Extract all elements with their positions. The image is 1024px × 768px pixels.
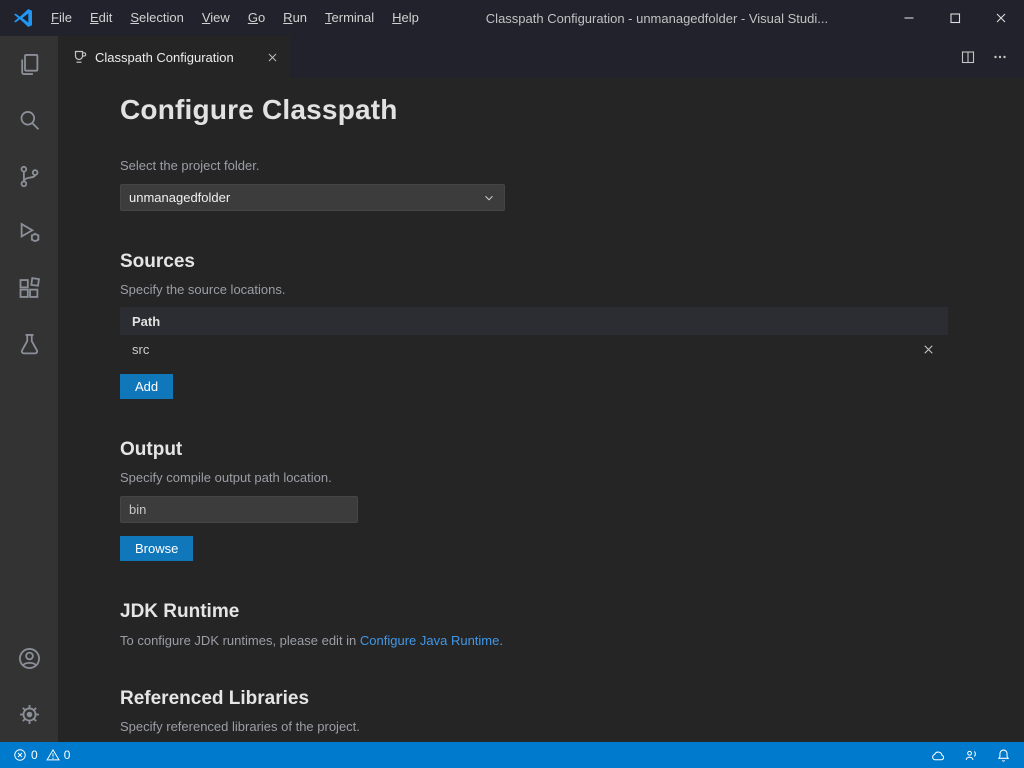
menu-go[interactable]: Go <box>239 0 274 36</box>
editor-actions <box>960 36 1024 78</box>
project-folder-value: unmanagedfolder <box>129 190 230 205</box>
remote-indicator-icon[interactable] <box>960 748 981 763</box>
maximize-button[interactable] <box>932 0 978 36</box>
account-icon[interactable] <box>0 630 58 686</box>
remove-source-icon[interactable] <box>921 342 936 357</box>
configure-java-runtime-link[interactable]: Configure Java Runtime <box>360 633 499 648</box>
window-title: Classpath Configuration - unmanagedfolde… <box>428 11 886 26</box>
cloud-icon[interactable] <box>927 748 948 763</box>
menu-view[interactable]: View <box>193 0 239 36</box>
referenced-libraries-description: Specify referenced libraries of the proj… <box>120 719 1024 734</box>
menu-terminal[interactable]: Terminal <box>316 0 383 36</box>
tab-close-icon[interactable] <box>265 50 280 65</box>
problems-status[interactable]: 0 0 <box>10 748 73 762</box>
extensions-icon[interactable] <box>0 260 58 316</box>
chevron-down-icon <box>482 191 496 205</box>
add-source-button[interactable]: Add <box>120 374 173 399</box>
testing-icon[interactable] <box>0 316 58 372</box>
classpath-configuration-page: Configure Classpath Select the project f… <box>58 78 1024 742</box>
warning-count: 0 <box>64 748 71 762</box>
settings-gear-icon[interactable] <box>0 686 58 742</box>
error-icon <box>13 748 27 762</box>
project-folder-select[interactable]: unmanagedfolder <box>120 184 505 211</box>
jdk-text-after: . <box>499 633 503 648</box>
sources-table: Path src <box>120 307 948 364</box>
menu-help[interactable]: Help <box>383 0 428 36</box>
jdk-runtime-text: To configure JDK runtimes, please edit i… <box>120 633 1024 648</box>
output-heading: Output <box>120 439 1024 461</box>
titlebar: File Edit Selection View Go Run Terminal… <box>0 0 1024 36</box>
page-title: Configure Classpath <box>120 94 1024 126</box>
menu-edit[interactable]: Edit <box>81 0 121 36</box>
tab-classpath-configuration[interactable]: Classpath Configuration <box>58 36 290 78</box>
split-editor-icon[interactable] <box>960 49 976 65</box>
browse-output-button[interactable]: Browse <box>120 536 193 561</box>
activity-bar <box>0 36 58 742</box>
source-path-value: src <box>132 342 149 357</box>
close-window-button[interactable] <box>978 0 1024 36</box>
source-row[interactable]: src <box>120 335 948 364</box>
referenced-libraries-heading: Referenced Libraries <box>120 688 1024 710</box>
source-control-icon[interactable] <box>0 148 58 204</box>
sources-description: Specify the source locations. <box>120 282 1024 297</box>
project-folder-label: Select the project folder. <box>120 158 1024 173</box>
more-actions-icon[interactable] <box>992 49 1008 65</box>
explorer-icon[interactable] <box>0 36 58 92</box>
classpath-tab-icon <box>72 49 88 65</box>
status-bar-right <box>927 748 1014 763</box>
error-count: 0 <box>31 748 38 762</box>
menubar: File Edit Selection View Go Run Terminal… <box>42 0 428 36</box>
window-controls <box>886 0 1024 36</box>
status-bar: 0 0 <box>0 742 1024 768</box>
sources-table-header: Path <box>120 307 948 335</box>
bell-icon[interactable] <box>993 748 1014 763</box>
menu-run[interactable]: Run <box>274 0 316 36</box>
sources-heading: Sources <box>120 251 1024 273</box>
menu-file[interactable]: File <box>42 0 81 36</box>
output-path-input[interactable] <box>120 496 358 523</box>
jdk-text-before: To configure JDK runtimes, please edit i… <box>120 633 360 648</box>
tab-bar: Classpath Configuration <box>58 36 1024 78</box>
run-debug-icon[interactable] <box>0 204 58 260</box>
warning-icon <box>46 748 60 762</box>
jdk-runtime-heading: JDK Runtime <box>120 601 1024 623</box>
search-icon[interactable] <box>0 92 58 148</box>
output-description: Specify compile output path location. <box>120 470 1024 485</box>
vscode-logo-icon <box>12 7 34 29</box>
minimize-button[interactable] <box>886 0 932 36</box>
path-column-header: Path <box>132 314 160 329</box>
tab-label: Classpath Configuration <box>95 50 258 65</box>
menu-selection[interactable]: Selection <box>121 0 192 36</box>
